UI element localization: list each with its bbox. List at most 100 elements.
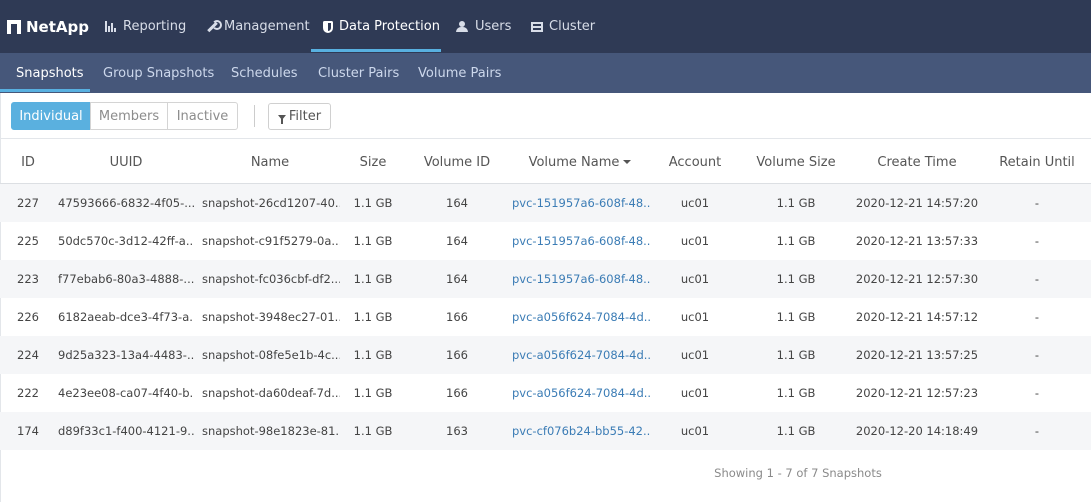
active-tab-indicator	[0, 89, 90, 92]
shield-icon	[323, 20, 333, 33]
column-header-name[interactable]: Name	[200, 140, 340, 184]
cell-size: 1.1 GB	[353, 196, 393, 210]
sort-descending-icon	[623, 160, 632, 164]
filter-button[interactable]: Filter	[268, 103, 331, 130]
cell-retain-until: -	[1034, 386, 1040, 400]
cell-create-time: 2020-12-21 12:57:23	[855, 386, 979, 400]
tab-cluster-pairs[interactable]: Cluster Pairs	[318, 53, 399, 93]
cell-volume-name[interactable]: pvc-cf076b24-bb55-42...	[512, 412, 650, 450]
cell-volume-name[interactable]: pvc-a056f624-7084-4d...	[512, 374, 650, 412]
nav-reporting[interactable]: Reporting	[105, 0, 186, 53]
table-status-text: Showing 1 - 7 of 7 Snapshots	[714, 466, 882, 480]
cell-volume-id: 164	[446, 196, 468, 210]
cell-id: 226	[17, 310, 39, 324]
view-individual-button[interactable]: Individual	[11, 102, 91, 130]
table-row[interactable]: 225 50dc570c-3d12-42ff-a... snapshot-c91f5…	[0, 222, 1091, 260]
cell-retain-until: -	[1034, 348, 1040, 362]
tab-schedules[interactable]: Schedules	[231, 53, 298, 93]
cell-size: 1.1 GB	[353, 310, 393, 324]
cell-volume-name[interactable]: pvc-151957a6-608f-48...	[512, 222, 650, 260]
server-icon	[531, 21, 543, 32]
cell-name: snapshot-da60deaf-7d...	[202, 386, 340, 400]
cell-size: 1.1 GB	[353, 348, 393, 362]
snapshots-table: ID UUID Name Size Volume ID Volume Name …	[0, 140, 1091, 450]
cell-uuid: 47593666-6832-4f05-...	[58, 196, 194, 210]
cell-volume-name[interactable]: pvc-151957a6-608f-48...	[512, 260, 650, 298]
cell-volume-id: 163	[446, 424, 468, 438]
cell-volume-name[interactable]: pvc-151957a6-608f-48...	[512, 184, 650, 222]
tab-snapshots-label: Snapshots	[16, 65, 84, 81]
column-header-volume-name[interactable]: Volume Name	[510, 140, 650, 184]
cell-id: 223	[17, 272, 39, 286]
cell-name: snapshot-c91f5279-0a...	[202, 234, 340, 248]
cell-create-time: 2020-12-20 14:18:49	[855, 424, 979, 438]
cell-name: snapshot-98e1823e-81...	[202, 424, 340, 438]
cell-name: snapshot-26cd1207-40...	[202, 196, 340, 210]
table-row[interactable]: 227 47593666-6832-4f05-... snapshot-26cd12…	[0, 184, 1091, 222]
cell-volume-id: 166	[446, 348, 468, 362]
nav-cluster[interactable]: Cluster	[531, 0, 595, 53]
cell-size: 1.1 GB	[353, 234, 393, 248]
cell-create-time: 2020-12-21 13:57:25	[855, 348, 979, 362]
column-header-size[interactable]: Size	[346, 140, 400, 184]
cell-volume-id: 166	[446, 310, 468, 324]
tab-schedules-label: Schedules	[231, 65, 298, 81]
cell-volume-size: 1.1 GB	[776, 196, 816, 210]
cell-volume-id: 164	[446, 234, 468, 248]
table-row[interactable]: 174 d89f33c1-f400-4121-9... snapshot-98e18…	[0, 412, 1091, 450]
tab-cluster-pairs-label: Cluster Pairs	[318, 65, 400, 81]
cell-create-time: 2020-12-21 14:57:20	[855, 196, 979, 210]
column-header-volume-name-label: Volume Name	[528, 154, 620, 170]
cell-id: 225	[17, 234, 39, 248]
cell-volume-name[interactable]: pvc-a056f624-7084-4d...	[512, 298, 650, 336]
cell-uuid: d89f33c1-f400-4121-9...	[58, 424, 194, 438]
cell-account: uc01	[680, 196, 710, 210]
column-header-uuid[interactable]: UUID	[56, 140, 196, 184]
brand-name: NetApp	[26, 18, 89, 36]
cell-account: uc01	[680, 272, 710, 286]
column-header-volume-size[interactable]: Volume Size	[748, 140, 844, 184]
column-header-account[interactable]: Account	[660, 140, 730, 184]
table-row[interactable]: 223 f77ebab6-80a3-4888-... snapshot-fc036c…	[0, 260, 1091, 298]
cell-volume-size: 1.1 GB	[776, 310, 816, 324]
tab-group-snapshots[interactable]: Group Snapshots	[103, 53, 214, 93]
nav-data-protection[interactable]: Data Protection	[323, 0, 440, 53]
cell-name: snapshot-3948ec27-01...	[202, 310, 340, 324]
cell-volume-size: 1.1 GB	[776, 272, 816, 286]
cell-uuid: f77ebab6-80a3-4888-...	[58, 272, 194, 286]
column-header-retain-until[interactable]: Retain Until	[992, 140, 1082, 184]
table-row[interactable]: 222 4e23ee08-ca07-4f40-b... snapshot-da60d…	[0, 374, 1091, 412]
table-row[interactable]: 224 9d25a323-13a4-4483-... snapshot-08fe5e…	[0, 336, 1091, 374]
table-row[interactable]: 226 6182aeab-dce3-4f73-a... snapshot-3948e…	[0, 298, 1091, 336]
tab-volume-pairs-label: Volume Pairs	[418, 65, 502, 81]
toolbar-divider	[254, 105, 255, 127]
netapp-logo[interactable]: NetApp	[7, 17, 89, 37]
cell-volume-name[interactable]: pvc-a056f624-7084-4d...	[512, 336, 650, 374]
column-header-create-time[interactable]: Create Time	[858, 140, 976, 184]
table-body: 227 47593666-6832-4f05-... snapshot-26cd12…	[0, 184, 1091, 450]
view-members-button[interactable]: Members	[90, 102, 168, 130]
cell-volume-size: 1.1 GB	[776, 348, 816, 362]
nav-cluster-label: Cluster	[549, 19, 596, 34]
view-inactive-button[interactable]: Inactive	[167, 102, 238, 130]
active-nav-indicator	[311, 49, 441, 52]
users-icon	[455, 21, 469, 32]
cell-volume-size: 1.1 GB	[776, 424, 816, 438]
column-header-volume-id[interactable]: Volume ID	[412, 140, 502, 184]
tab-snapshots[interactable]: Snapshots	[16, 53, 84, 93]
nav-management[interactable]: Management	[206, 0, 310, 53]
cell-size: 1.1 GB	[353, 424, 393, 438]
tab-volume-pairs[interactable]: Volume Pairs	[418, 53, 501, 93]
filter-button-label: Filter	[288, 109, 322, 124]
cell-account: uc01	[680, 234, 710, 248]
sub-navigation-bar: Snapshots Group Snapshots Schedules Clus…	[0, 53, 1091, 93]
cell-volume-id: 166	[446, 386, 468, 400]
netapp-logo-icon	[7, 20, 21, 34]
cell-id: 174	[17, 424, 39, 438]
column-header-id[interactable]: ID	[8, 140, 48, 184]
nav-data-protection-label: Data Protection	[339, 19, 440, 34]
cell-uuid: 6182aeab-dce3-4f73-a...	[58, 310, 194, 324]
cell-name: snapshot-fc036cbf-df2...	[202, 272, 340, 286]
top-navigation-bar: NetApp Reporting Management Data Protect…	[0, 0, 1091, 53]
nav-users[interactable]: Users	[455, 0, 511, 53]
